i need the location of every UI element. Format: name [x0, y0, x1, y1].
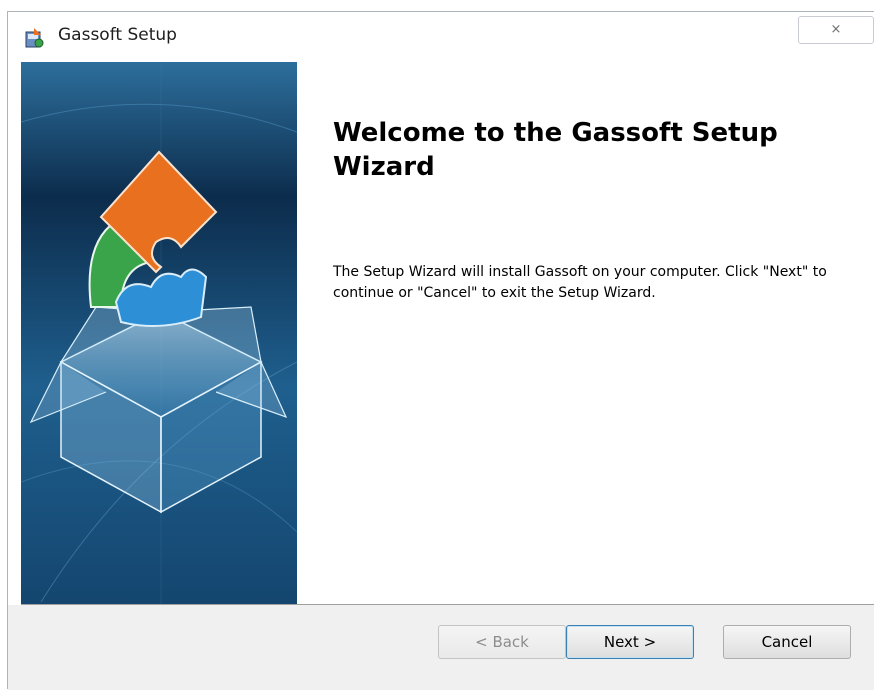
back-button[interactable]: < Back: [438, 625, 566, 659]
close-button[interactable]: ×: [798, 16, 874, 44]
installer-icon: [23, 27, 45, 49]
next-button[interactable]: Next >: [566, 625, 694, 659]
window-title: Gassoft Setup: [58, 25, 177, 45]
wizard-heading: Welcome to the Gassoft Setup Wizard: [333, 118, 778, 182]
cancel-button[interactable]: Cancel: [723, 625, 851, 659]
title-bar[interactable]: Gassoft Setup ×: [8, 12, 874, 62]
wizard-banner-image: [21, 62, 297, 604]
setup-window: Gassoft Setup × Welcome to the Gassoft S…: [7, 11, 874, 690]
wizard-content: Welcome to the Gassoft Setup Wizard The …: [21, 62, 874, 604]
button-bar: < Back Next > Cancel: [8, 605, 874, 690]
wizard-description: The Setup Wizard will install Gassoft on…: [333, 264, 827, 301]
